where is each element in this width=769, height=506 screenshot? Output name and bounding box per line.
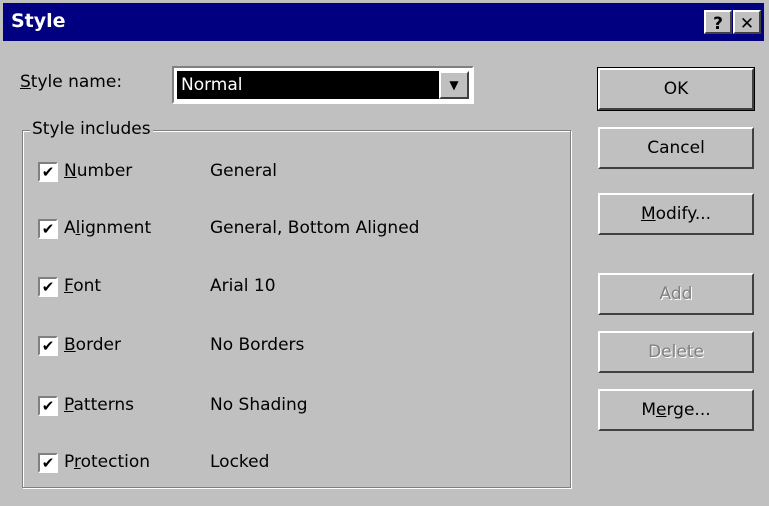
title-bar: Style ? ✕ xyxy=(3,3,764,41)
protection-checkbox[interactable]: ✔ xyxy=(38,453,58,473)
merge-button[interactable]: Merge... xyxy=(598,389,754,431)
number-label-post: umber xyxy=(76,161,133,181)
ok-button[interactable]: OK xyxy=(597,67,755,111)
border-label-accel: B xyxy=(64,335,76,355)
modify-label: odify... xyxy=(655,204,712,224)
font-checkbox[interactable]: ✔ xyxy=(38,277,58,297)
delete-button[interactable]: Delete xyxy=(598,331,754,373)
style-includes-group xyxy=(22,130,571,488)
modify-accel: M xyxy=(640,204,656,224)
number-value: General xyxy=(210,161,277,181)
font-value: Arial 10 xyxy=(210,276,276,296)
protection-value: Locked xyxy=(210,452,270,472)
style-name-combobox[interactable]: Normal ▼ xyxy=(172,66,474,104)
style-name-label-text: tyle name: xyxy=(30,72,123,92)
style-name-accel: S xyxy=(20,72,31,92)
modify-button[interactable]: Modify... xyxy=(598,193,754,235)
cancel-button[interactable]: Cancel xyxy=(598,127,754,169)
border-checkbox[interactable]: ✔ xyxy=(38,336,58,356)
patterns-label[interactable]: Patterns xyxy=(64,395,134,415)
number-label-accel: N xyxy=(64,161,77,181)
border-label[interactable]: Border xyxy=(64,335,121,355)
alignment-label-pre: A xyxy=(64,218,76,238)
alignment-label[interactable]: Alignment xyxy=(64,218,151,238)
alignment-label-post: ignment xyxy=(80,218,152,238)
protection-label[interactable]: Protection xyxy=(64,452,150,472)
merge-accel: e xyxy=(656,400,667,420)
font-label-accel: F xyxy=(64,276,74,296)
patterns-label-post: atterns xyxy=(73,395,135,415)
merge-label-pre: M xyxy=(641,400,657,420)
style-name-label: Style name: xyxy=(20,72,122,92)
protection-label-pre: P xyxy=(64,452,74,472)
font-label-post: ont xyxy=(73,276,102,296)
number-checkbox[interactable]: ✔ xyxy=(38,162,58,182)
window-title: Style xyxy=(11,10,66,32)
alignment-value: General, Bottom Aligned xyxy=(210,218,420,238)
style-name-value[interactable]: Normal xyxy=(177,71,439,99)
border-value: No Borders xyxy=(210,335,305,355)
close-button[interactable]: ✕ xyxy=(733,10,761,34)
style-includes-title: Style includes xyxy=(30,119,153,139)
merge-label-post: rge... xyxy=(666,400,711,420)
protection-label-accel: r xyxy=(73,452,81,472)
add-button[interactable]: Add xyxy=(598,273,754,315)
number-label[interactable]: Number xyxy=(64,161,132,181)
border-label-post: order xyxy=(75,335,122,355)
patterns-checkbox[interactable]: ✔ xyxy=(38,396,58,416)
chevron-down-icon[interactable]: ▼ xyxy=(439,71,469,99)
patterns-value: No Shading xyxy=(210,395,308,415)
patterns-label-accel: P xyxy=(64,395,74,415)
font-label[interactable]: Font xyxy=(64,276,101,296)
help-button[interactable]: ? xyxy=(704,10,732,34)
alignment-checkbox[interactable]: ✔ xyxy=(38,219,58,239)
protection-label-post: otection xyxy=(80,452,151,472)
